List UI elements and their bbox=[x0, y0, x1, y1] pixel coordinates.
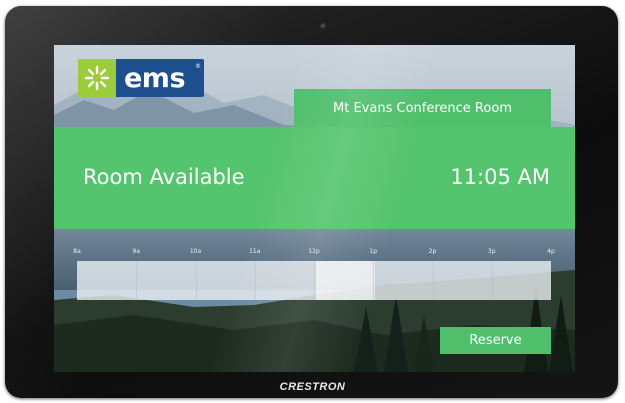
timeline-hour-divider bbox=[195, 261, 197, 300]
timeline-hour-divider bbox=[136, 261, 138, 300]
ems-burst-icon bbox=[78, 59, 116, 97]
ems-logo: ems ® bbox=[78, 59, 204, 97]
timeline-tick-label: 2p bbox=[428, 248, 437, 255]
room-name: Mt Evans Conference Room bbox=[333, 100, 512, 116]
current-time: 11:05 AM bbox=[450, 165, 550, 189]
timeline-tick-label: 4p bbox=[547, 248, 555, 255]
registered-mark: ® bbox=[195, 63, 201, 70]
room-status: Room Available bbox=[83, 165, 245, 189]
reserve-button[interactable]: Reserve bbox=[440, 327, 551, 354]
timeline-hour-divider bbox=[432, 261, 434, 300]
timeline-tick-label: 3p bbox=[487, 248, 496, 255]
room-name-tab: Mt Evans Conference Room bbox=[294, 89, 551, 127]
timeline-tick-label: 11a bbox=[249, 248, 261, 255]
crestron-brand: CRESTRON bbox=[279, 381, 346, 393]
timeline-tick-label: 1p bbox=[369, 248, 378, 255]
timeline-hour-divider bbox=[314, 261, 315, 300]
camera-icon bbox=[320, 23, 327, 30]
panel-screen: ems ® Mt Evans Conference Room Room Avai… bbox=[54, 45, 575, 372]
logo-text: ems bbox=[124, 62, 186, 94]
timeline-tick-label: 9a bbox=[132, 248, 141, 255]
timeline-tick-label: 10a bbox=[189, 248, 202, 255]
timeline-tick-label: 8a bbox=[73, 248, 81, 255]
timeline-hour-divider bbox=[254, 261, 256, 300]
timeline-tick-label: 12p bbox=[308, 248, 320, 255]
timeline-hour-divider bbox=[373, 261, 375, 300]
timeline-hour-divider bbox=[491, 261, 493, 300]
schedule-timeline[interactable] bbox=[77, 261, 551, 300]
current-time-block bbox=[315, 261, 376, 300]
